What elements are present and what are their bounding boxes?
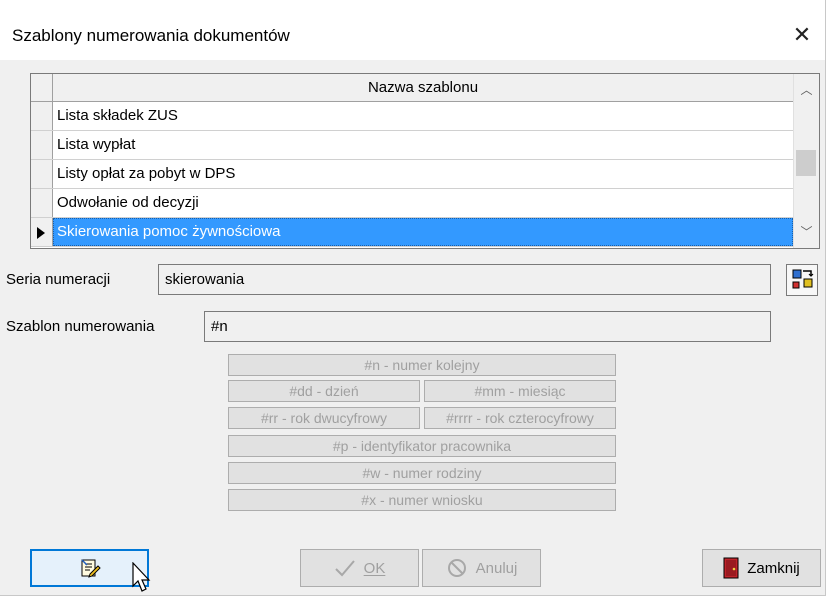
series-picker-button[interactable]	[786, 264, 818, 296]
column-header-name[interactable]: Nazwa szablonu	[53, 74, 793, 101]
table-row[interactable]: Odwołanie od decyzji	[31, 189, 793, 218]
row-indicator[interactable]	[31, 102, 53, 130]
table-row[interactable]: Listy opłat za pobyt w DPS	[31, 160, 793, 189]
row-indicator[interactable]	[31, 160, 53, 188]
templates-grid[interactable]: Nazwa szablonu Lista składek ZUS Lista w…	[30, 73, 820, 249]
close-window-button[interactable]: ✕	[785, 18, 819, 52]
mouse-pointer-icon	[132, 562, 151, 592]
token-mm-button[interactable]: #mm - miesiąc	[424, 380, 616, 402]
scroll-down-icon[interactable]: ﹀	[794, 220, 819, 244]
row-label[interactable]: Lista wypłat	[53, 131, 793, 159]
current-row-arrow-icon	[37, 227, 45, 239]
row-indicator[interactable]	[31, 189, 53, 217]
checkmark-icon	[334, 560, 355, 577]
series-picker-icon	[792, 269, 814, 289]
token-n-button[interactable]: #n - numer kolejny	[228, 354, 616, 376]
grid-rows: Lista składek ZUS Lista wypłat Listy opł…	[31, 102, 793, 247]
token-dd-button[interactable]: #dd - dzień	[228, 380, 420, 402]
close-button[interactable]: Zamknij	[702, 549, 821, 587]
table-row-selected[interactable]: Skierowania pomoc żywnościowa	[31, 218, 793, 247]
table-row[interactable]: Lista składek ZUS	[31, 102, 793, 131]
table-row[interactable]: Lista wypłat	[31, 131, 793, 160]
exit-door-icon	[723, 557, 739, 579]
row-indicator[interactable]	[31, 131, 53, 159]
template-field[interactable]: #n	[204, 311, 771, 342]
header-indicator-cell	[31, 74, 53, 101]
scroll-thumb[interactable]	[796, 150, 816, 176]
token-x-button[interactable]: #x - numer wniosku	[228, 489, 616, 511]
template-label: Szablon numerowania	[6, 318, 155, 335]
close-label: Zamknij	[747, 559, 800, 577]
ok-label: OK	[363, 559, 386, 577]
token-p-button[interactable]: #p - identyfikator pracownika	[228, 435, 616, 457]
series-field[interactable]: skierowania	[158, 264, 771, 295]
row-label[interactable]: Skierowania pomoc żywnościowa	[53, 218, 793, 246]
row-label[interactable]: Odwołanie od decyzji	[53, 189, 793, 217]
cancel-button[interactable]: Anuluj	[422, 549, 541, 587]
cancel-label: Anuluj	[475, 559, 518, 577]
scroll-up-icon[interactable]: ︿	[794, 78, 819, 102]
row-label[interactable]: Listy opłat za pobyt w DPS	[53, 160, 793, 188]
row-indicator[interactable]	[31, 218, 53, 246]
token-rr-button[interactable]: #rr - rok dwucyfrowy	[228, 407, 420, 429]
ok-button[interactable]: OK	[300, 549, 419, 587]
token-w-button[interactable]: #w - numer rodziny	[228, 462, 616, 484]
title-bar: Szablony numerowania dokumentów ✕	[0, 0, 825, 60]
series-label: Seria numeracji	[6, 271, 111, 288]
grid-header: Nazwa szablonu	[31, 74, 793, 102]
vertical-scrollbar[interactable]: ︿ ﹀	[793, 74, 819, 248]
cancel-circle-icon	[447, 559, 466, 577]
row-label[interactable]: Lista składek ZUS	[53, 102, 793, 130]
edit-document-icon	[80, 559, 101, 578]
window-title: Szablony numerowania dokumentów	[12, 26, 290, 45]
token-rrrr-button[interactable]: #rrrr - rok czterocyfrowy	[424, 407, 616, 429]
dialog-window: Szablony numerowania dokumentów ✕ Nazwa …	[0, 0, 826, 596]
